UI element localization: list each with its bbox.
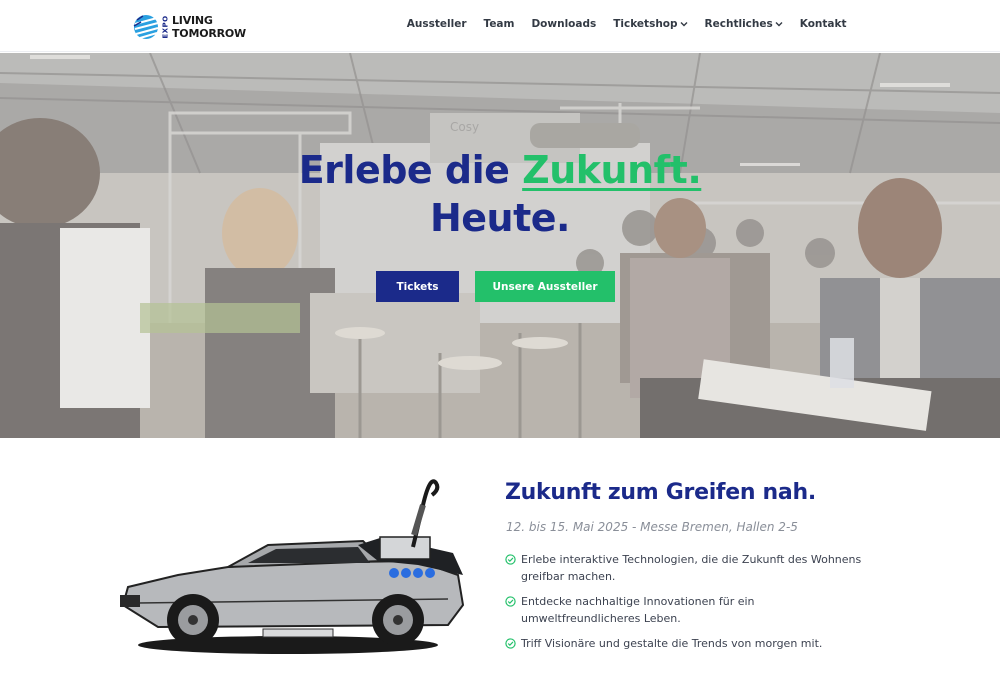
nav-label: Kontakt bbox=[799, 18, 847, 30]
feature-text: Erlebe interaktive Technologien, die die… bbox=[521, 553, 862, 583]
nav-label: Rechtliches bbox=[704, 18, 773, 30]
tickets-button[interactable]: Tickets bbox=[376, 271, 459, 302]
hero-section: Cosy Erlebe die Zukunft. Heute. Tickets … bbox=[0, 53, 1000, 438]
list-item: Erlebe interaktive Technologien, die die… bbox=[505, 552, 865, 585]
hero-overlay bbox=[0, 53, 1000, 438]
hero-title-line-2: Heute. bbox=[429, 196, 571, 240]
site-header: EXPO LIVING TOMORROW Aussteller Team Dow… bbox=[0, 0, 1000, 52]
nav-item-aussteller[interactable]: Aussteller bbox=[398, 18, 475, 30]
nav-item-rechtliches[interactable]: Rechtliches bbox=[696, 18, 791, 30]
nav-item-kontakt[interactable]: Kontakt bbox=[791, 18, 855, 30]
logo-expo-text: EXPO bbox=[161, 15, 170, 39]
chevron-down-icon bbox=[680, 22, 688, 27]
chevron-down-icon bbox=[775, 22, 783, 27]
nav-label: Aussteller bbox=[406, 18, 467, 30]
list-item: Triff Visionäre und gestalte die Trends … bbox=[505, 636, 865, 653]
feature-text: Entdecke nachhaltige Innovationen für ei… bbox=[521, 595, 755, 625]
main-navigation: Aussteller Team Downloads Ticketshop Rec… bbox=[398, 18, 855, 30]
feature-text: Triff Visionäre und gestalte die Trends … bbox=[521, 637, 823, 650]
nav-item-ticketshop[interactable]: Ticketshop bbox=[605, 18, 696, 30]
check-circle-icon bbox=[505, 596, 516, 607]
nav-label: Downloads bbox=[531, 18, 597, 30]
check-circle-icon bbox=[505, 554, 516, 565]
section-title: Zukunft zum Greifen nah. bbox=[505, 480, 816, 505]
check-circle-icon bbox=[505, 638, 516, 649]
nav-item-team[interactable]: Team bbox=[475, 18, 523, 30]
hero-title-accent: Zukunft. bbox=[522, 148, 702, 192]
hero-title-part-1: Erlebe die bbox=[298, 148, 523, 192]
logo-line-1: LIVING bbox=[172, 14, 213, 27]
nav-label: Team bbox=[483, 18, 515, 30]
logo-globe-icon bbox=[133, 15, 159, 39]
hero-headline: Erlebe die Zukunft. Heute. bbox=[0, 146, 1000, 242]
delorean-car-illustration bbox=[120, 479, 465, 654]
nav-item-downloads[interactable]: Downloads bbox=[523, 18, 605, 30]
logo-line-2: TOMORROW bbox=[172, 27, 246, 40]
feature-list: Erlebe interaktive Technologien, die die… bbox=[505, 552, 865, 662]
list-item: Entdecke nachhaltige Innovationen für ei… bbox=[505, 594, 865, 627]
site-logo[interactable]: EXPO LIVING TOMORROW bbox=[133, 12, 248, 42]
event-date-location: 12. bis 15. Mai 2025 - Messe Bremen, Hal… bbox=[506, 520, 798, 534]
nav-label: Ticketshop bbox=[613, 18, 678, 30]
unsere-aussteller-button[interactable]: Unsere Aussteller bbox=[475, 271, 615, 302]
